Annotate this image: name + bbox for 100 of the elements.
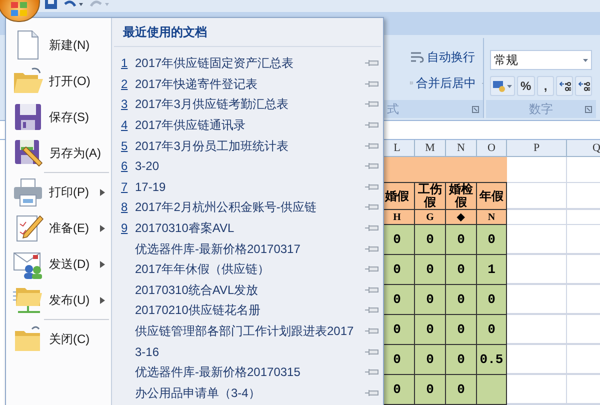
dialog-launcher-icon <box>585 106 592 113</box>
submenu-arrow-icon <box>100 224 105 232</box>
ribbon-button[interactable]: 自动换行 <box>410 48 483 66</box>
menu-item[interactable]: 关闭(C) <box>6 321 111 357</box>
save-icon[interactable] <box>45 0 57 9</box>
office-logo-icon <box>10 1 28 17</box>
menu-item[interactable]: 新建(N) <box>6 27 111 63</box>
table-cell: 0 <box>415 255 446 285</box>
column-header[interactable]: Q <box>567 140 600 156</box>
table-cell: 0 <box>446 315 477 345</box>
pin-icon <box>365 265 379 274</box>
pin-icon <box>365 59 379 68</box>
recent-document-item[interactable]: 20170310统合AVL发放 <box>112 280 383 300</box>
pin-icon <box>365 100 379 108</box>
number-format-button[interactable]: % <box>517 76 535 96</box>
item-number: 1 <box>121 55 129 72</box>
ribbon-group-label: 数字 <box>529 101 553 118</box>
recent-document-item[interactable]: 优选器件库-最新价格20170315 <box>112 362 383 382</box>
currency-format-button[interactable] <box>490 76 515 96</box>
pin-icon <box>365 244 379 253</box>
column-header[interactable]: P <box>507 140 567 156</box>
table-cell: 0 <box>415 285 446 315</box>
submenu-arrow-icon <box>100 188 105 196</box>
recent-document-item[interactable]: 20170210供应链花名册 <box>112 300 383 321</box>
table-cell: 0 <box>477 315 507 345</box>
recent-document-item[interactable]: 办公用品申请单（3-4） <box>112 382 383 404</box>
pin-icon <box>365 203 379 212</box>
pin-icon <box>365 142 379 150</box>
table-cell: 0.5 <box>477 345 507 375</box>
recent-documents-heading: 最近使用的文档 <box>114 18 381 47</box>
table-cell: 0 <box>446 255 477 285</box>
recent-document-item[interactable]: 1 2017年供应链固定资产汇总表 <box>112 53 383 74</box>
table-cell: 0 <box>415 315 446 345</box>
ribbon-button[interactable]: 合并后居中 <box>410 74 483 92</box>
wrap-text-icon <box>410 51 424 63</box>
recent-document-item[interactable]: 8 2017年2月杭州公积金账号-供应链 <box>112 197 383 218</box>
dialog-launcher-icon <box>472 106 479 112</box>
recent-document-item[interactable]: 供应链管理部各部门工作计划跟进表2017 <box>112 320 383 342</box>
column-header[interactable]: N <box>446 140 477 156</box>
pin-icon <box>365 224 379 232</box>
table-cell: 0 <box>415 225 446 255</box>
submenu-arrow-icon <box>100 296 105 304</box>
recent-document-item[interactable]: 7 17-19 <box>112 176 383 198</box>
code-cell: N <box>477 210 507 225</box>
pin-icon <box>365 162 379 170</box>
table-cell: 0 <box>446 225 477 255</box>
number-format-button[interactable]: , <box>536 76 554 96</box>
menu-item[interactable]: 打开(O) <box>6 63 111 99</box>
money-icon <box>493 80 505 92</box>
column-header[interactable]: O <box>477 140 507 156</box>
header-cell: 工伤假 <box>415 183 446 210</box>
menu-item[interactable]: 打印(P) <box>6 174 111 210</box>
header-cell: 年假 <box>477 183 507 210</box>
header-cell: 婚检假 <box>446 183 477 210</box>
table-cell: 0 <box>415 345 446 375</box>
recent-document-item[interactable]: 3-16 <box>112 341 383 362</box>
code-cell: G <box>415 210 446 225</box>
menu-item[interactable]: 准备(E) <box>6 210 111 246</box>
number-format-dropdown[interactable]: 常规 <box>490 50 592 70</box>
menu-item[interactable]: 保存(S) <box>6 99 111 135</box>
recent-document-item[interactable]: 6 3-20 <box>112 156 383 177</box>
recent-document-item[interactable]: 5 2017年3月份员工加班统计表 <box>112 135 383 156</box>
item-number: 5 <box>121 138 129 155</box>
pin-icon <box>365 182 379 191</box>
column-header[interactable]: M <box>415 140 446 156</box>
recent-document-item[interactable]: 2 2017年快递寄件登记表 <box>112 74 383 94</box>
recent-document-item[interactable]: 2017年年休假（供应链） <box>112 258 383 280</box>
pin-icon <box>365 121 379 130</box>
item-number: 7 <box>121 178 129 196</box>
item-number: 3 <box>121 96 129 114</box>
printer-icon <box>12 176 44 208</box>
submenu-arrow-icon <box>100 260 105 268</box>
menu-item[interactable]: 发布(U) <box>6 282 111 321</box>
pin-icon <box>365 348 379 356</box>
menu-item[interactable]: 发送(D) <box>6 246 111 282</box>
pin-icon <box>365 286 379 294</box>
item-number: 9 <box>121 220 129 238</box>
table-cell: 0 <box>446 375 477 405</box>
recent-document-item[interactable]: 优选器件库-最新价格20170317 <box>112 238 383 259</box>
ribbon-group-label: 式 <box>387 101 399 118</box>
increase-decimal-icon <box>558 80 571 92</box>
table-cell: 0 <box>446 345 477 375</box>
table-cell: 1 <box>477 255 507 285</box>
recent-document-item[interactable]: 3 2017年3月供应链考勤汇总表 <box>112 94 383 115</box>
floppy-disk-pencil-icon <box>12 137 44 169</box>
table-cell: 0 <box>446 285 477 315</box>
undo-icon[interactable] <box>63 0 83 9</box>
increase-decimal-button[interactable] <box>556 76 574 96</box>
pin-icon <box>365 388 379 397</box>
table-cell: 0 <box>477 285 507 315</box>
item-number: 2 <box>121 76 129 93</box>
decrease-decimal-button[interactable] <box>575 76 592 96</box>
pin-icon <box>365 306 379 314</box>
pin-icon <box>365 80 379 88</box>
pin-icon <box>365 327 379 336</box>
decrease-decimal-icon <box>578 80 590 92</box>
recent-document-item[interactable]: 4 2017年供应链通讯录 <box>112 114 383 136</box>
table-cell: 0 <box>477 225 507 255</box>
table-cell: 0 <box>415 375 446 405</box>
recent-document-item[interactable]: 9 20170310睿案AVL <box>112 218 383 238</box>
